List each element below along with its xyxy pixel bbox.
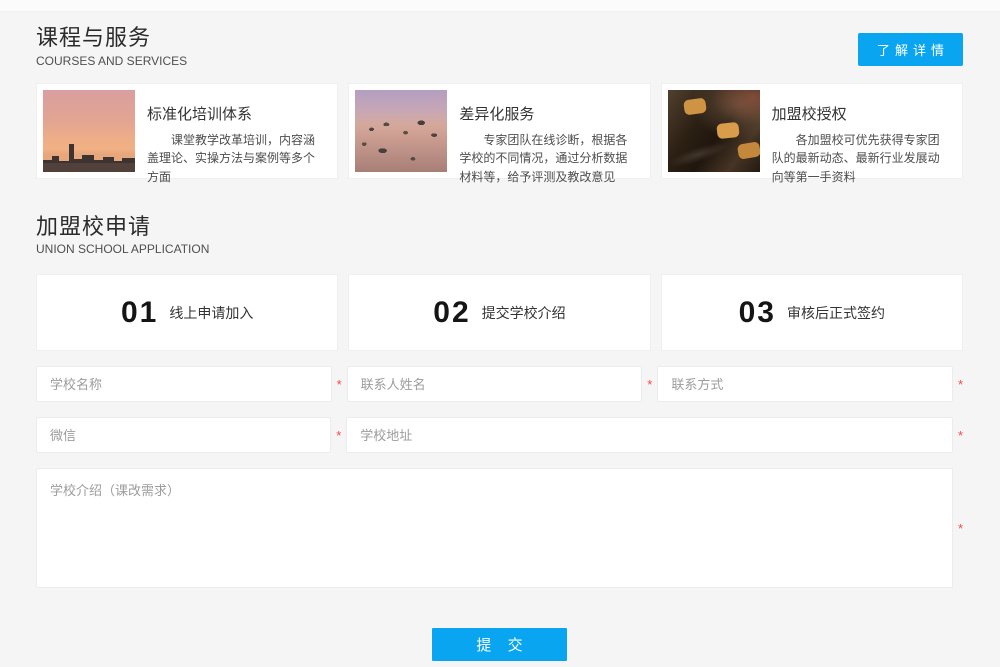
service-card-text: 差异化服务 专家团队在线诊断，根据各学校的不同情况，通过分析数据材料等，给予评测… [447, 90, 643, 172]
step-number: 02 [433, 296, 470, 330]
application-form: * * * * * [36, 366, 963, 661]
step-card-sign-contract: 03 审核后正式签约 [661, 274, 963, 351]
school-name-input[interactable] [36, 366, 332, 402]
contact-method-field-group: * [657, 366, 963, 402]
step-number: 03 [739, 296, 776, 330]
services-title: 课程与服务 [36, 24, 963, 52]
required-asterisk: * [953, 429, 963, 442]
service-card-title: 加盟校授权 [772, 103, 948, 124]
service-card-diagnosis[interactable]: 差异化服务 专家团队在线诊断，根据各学校的不同情况，通过分析数据材料等，给予评测… [348, 83, 650, 179]
contact-name-input[interactable] [347, 366, 643, 402]
wechat-input[interactable] [36, 417, 331, 453]
service-card-title: 标准化培训体系 [147, 103, 323, 124]
application-section: 加盟校申请 UNION SCHOOL APPLICATION 01 线上申请加入… [36, 213, 963, 662]
wechat-field-group: * [36, 417, 341, 453]
step-label: 审核后正式签约 [787, 303, 885, 323]
step-label: 线上申请加入 [169, 303, 253, 323]
film-strip-image [668, 90, 760, 172]
step-number: 01 [121, 296, 158, 330]
school-address-field-group: * [346, 417, 963, 453]
form-row-3: * [36, 468, 963, 588]
service-card-text: 标准化培训体系 课堂教学改革培训，内容涵盖理论、实操方法与案例等多个方面 [135, 90, 331, 172]
top-strip [0, 0, 1000, 12]
service-card-desc: 各加盟校可优先获得专家团队的最新动态、最新行业发展动向等第一手资料 [772, 131, 948, 187]
submit-button-wrap: 提 交 [36, 628, 963, 661]
desert-dusk-image [355, 90, 447, 172]
application-title: 加盟校申请 [36, 213, 963, 241]
service-card-text: 加盟校授权 各加盟校可优先获得专家团队的最新动态、最新行业发展动向等第一手资料 [760, 90, 956, 172]
service-card-authorization[interactable]: 加盟校授权 各加盟校可优先获得专家团队的最新动态、最新行业发展动向等第一手资料 [661, 83, 963, 179]
required-asterisk: * [642, 378, 652, 391]
required-asterisk: * [953, 378, 963, 391]
form-row-1: * * * [36, 366, 963, 402]
service-cards-row: 标准化培训体系 课堂教学改革培训，内容涵盖理论、实操方法与案例等多个方面 差异化… [36, 83, 963, 179]
step-card-apply-online: 01 线上申请加入 [36, 274, 338, 351]
learn-more-button[interactable]: 了解详情 [858, 33, 963, 66]
school-address-input[interactable] [346, 417, 953, 453]
service-card-title: 差异化服务 [459, 103, 635, 124]
services-subtitle: COURSES AND SERVICES [36, 54, 963, 68]
form-row-2: * * [36, 417, 963, 453]
contact-method-input[interactable] [657, 366, 953, 402]
contact-name-field-group: * [347, 366, 653, 402]
application-steps-row: 01 线上申请加入 02 提交学校介绍 03 审核后正式签约 [36, 274, 963, 351]
school-name-field-group: * [36, 366, 342, 402]
page-container: 课程与服务 COURSES AND SERVICES 了解详情 标准化培训体系 … [0, 12, 1000, 661]
step-label: 提交学校介绍 [482, 303, 566, 323]
step-card-submit-intro: 02 提交学校介绍 [348, 274, 650, 351]
school-intro-textarea[interactable] [36, 468, 953, 588]
service-card-training[interactable]: 标准化培训体系 课堂教学改革培训，内容涵盖理论、实操方法与案例等多个方面 [36, 83, 338, 179]
service-card-desc: 课堂教学改革培训，内容涵盖理论、实操方法与案例等多个方面 [147, 131, 323, 187]
application-section-header: 加盟校申请 UNION SCHOOL APPLICATION [36, 213, 963, 257]
services-section-header: 课程与服务 COURSES AND SERVICES 了解详情 [36, 24, 963, 68]
application-subtitle: UNION SCHOOL APPLICATION [36, 242, 963, 256]
service-card-desc: 专家团队在线诊断，根据各学校的不同情况，通过分析数据材料等，给予评测及教改意见 [459, 131, 635, 187]
submit-button[interactable]: 提 交 [432, 628, 567, 661]
school-intro-field-group: * [36, 468, 963, 588]
required-asterisk: * [953, 522, 963, 535]
required-asterisk: * [332, 378, 342, 391]
city-sunset-image [43, 90, 135, 172]
required-asterisk: * [331, 429, 341, 442]
